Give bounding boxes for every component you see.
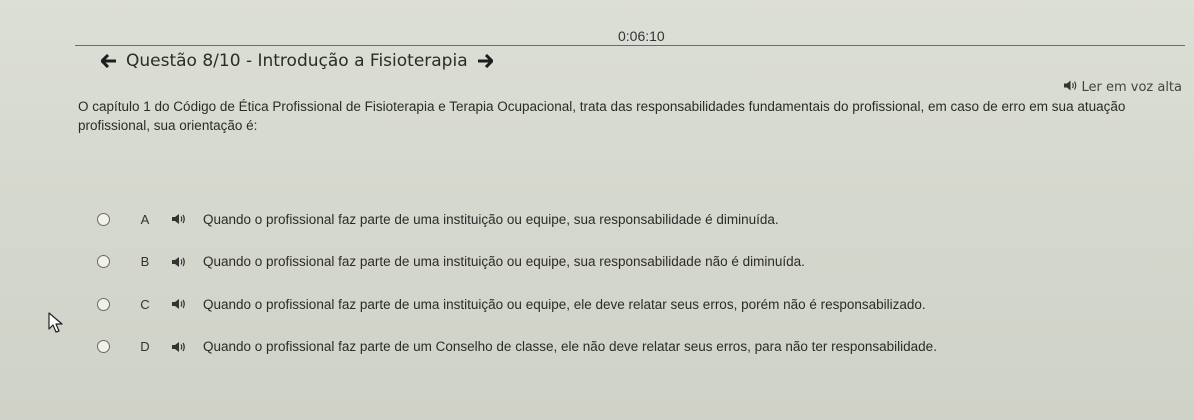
read-aloud-button[interactable]: Ler em voz alta xyxy=(1064,80,1182,95)
speaker-icon[interactable] xyxy=(172,255,188,269)
option-letter: A xyxy=(140,211,150,227)
header-divider xyxy=(75,45,1185,46)
timer: 0:06:10 xyxy=(618,28,665,44)
option-a[interactable]: A Quando o profissional faz parte de uma… xyxy=(97,208,1157,230)
option-text: Quando o profissional faz parte de um Co… xyxy=(203,339,937,354)
question-header: Questão 8/10 - Introdução a Fisioterapia xyxy=(100,50,494,72)
question-text: O capítulo 1 do Código de Ética Profissi… xyxy=(78,99,1126,133)
speaker-icon[interactable] xyxy=(172,340,188,354)
option-text: Quando o profissional faz parte de uma i… xyxy=(203,296,926,312)
speaker-icon xyxy=(1064,80,1077,95)
answer-options: A Quando o profissional faz parte de uma… xyxy=(97,208,1157,378)
mouse-cursor-icon xyxy=(47,312,65,334)
option-letter: C xyxy=(140,296,150,312)
arrow-left-icon[interactable] xyxy=(100,52,118,70)
speaker-icon[interactable] xyxy=(172,297,188,311)
option-text: Quando o profissional faz parte de uma i… xyxy=(203,211,779,227)
option-letter: B xyxy=(140,254,150,269)
radio-button[interactable] xyxy=(97,255,110,268)
read-aloud-label: Ler em voz alta xyxy=(1081,80,1182,95)
option-letter: D xyxy=(140,339,150,354)
arrow-right-icon[interactable] xyxy=(476,52,494,70)
option-b[interactable]: B Quando o profissional faz parte de uma… xyxy=(97,251,1157,273)
speaker-icon[interactable] xyxy=(172,212,188,226)
option-c[interactable]: C Quando o profissional faz parte de uma… xyxy=(97,293,1157,315)
option-d[interactable]: D Quando o profissional faz parte de um … xyxy=(97,336,1157,358)
radio-button[interactable] xyxy=(97,212,110,226)
radio-button[interactable] xyxy=(97,340,110,353)
option-text: Quando o profissional faz parte de uma i… xyxy=(203,254,805,269)
radio-button[interactable] xyxy=(97,297,110,311)
page-title: Questão 8/10 - Introdução a Fisioterapia xyxy=(126,51,468,71)
